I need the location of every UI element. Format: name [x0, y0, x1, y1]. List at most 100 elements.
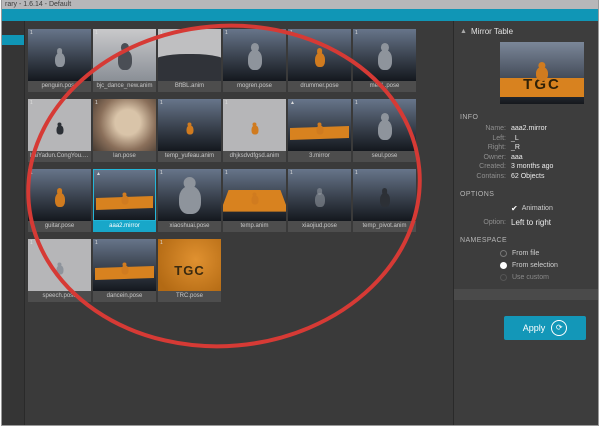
- item-count-badge: 1: [160, 240, 163, 246]
- item-count-badge: 1: [95, 240, 98, 246]
- thumbnail-image: 1: [93, 99, 156, 151]
- thumbnail-image: 1: [353, 169, 416, 221]
- grid-item[interactable]: 1 seul.pose: [353, 99, 416, 162]
- item-label: drummer.pose: [288, 81, 351, 92]
- item-count-badge: 1: [290, 30, 293, 36]
- grid-item[interactable]: 1 mogren.pose: [223, 29, 286, 92]
- details-sidebar: ▲ Mirror Table TGC INFO Name:aaa2.mirror…: [453, 21, 598, 425]
- item-label: xiaoshuai.pose: [158, 221, 221, 232]
- item-count-badge: 1: [30, 170, 33, 176]
- checkbox-checked-icon[interactable]: ✔: [511, 204, 518, 213]
- character-figure: [118, 50, 132, 70]
- item-label: mogren.pose: [223, 81, 286, 92]
- menu-bar[interactable]: [2, 9, 598, 21]
- thumbnail-image: 1: [288, 29, 351, 81]
- grid-item[interactable]: 1temp_pivot.anim: [353, 169, 416, 232]
- thumbnail-image: 1: [353, 29, 416, 81]
- info-label: Left:: [454, 134, 506, 144]
- item-label: lan.pose: [93, 151, 156, 162]
- item-label: 3.mirror: [288, 151, 351, 162]
- grid-item[interactable]: 1bjc_dance_new.anim: [93, 29, 156, 92]
- thumbnail-image: 1: [223, 99, 286, 151]
- info-label: Right:: [454, 143, 506, 153]
- grid-item[interactable]: 1 drummer.pose: [288, 29, 351, 92]
- grid-item[interactable]: ▲aaa2.mirror: [93, 169, 156, 232]
- info-row: Owner: aaa: [454, 153, 598, 163]
- grid-item[interactable]: ▲3.mirror: [288, 99, 351, 162]
- grid-item[interactable]: 1temp_yufeau.anim: [158, 99, 221, 162]
- info-row: Contains:62 Objects: [454, 172, 598, 182]
- info-rows: Name:aaa2.mirrorLeft:_LRight:_ROwner:aaa…: [454, 124, 598, 181]
- item-count-badge: 1: [355, 100, 358, 106]
- info-value: aaa: [511, 153, 523, 163]
- info-label: Created:: [454, 162, 506, 172]
- item-label: penguin.pose: [28, 81, 91, 92]
- item-count-badge: 1: [225, 100, 228, 106]
- character-figure: [55, 193, 65, 207]
- grid-item[interactable]: 1 meeL.pose: [353, 29, 416, 92]
- animation-checkbox-row[interactable]: ✔ Animation: [454, 201, 598, 215]
- item-count-badge: 1: [160, 170, 163, 176]
- thumbnail-image: 1: [28, 169, 91, 221]
- radio-selected-icon[interactable]: [500, 262, 507, 269]
- thumbnail-image: 1TGC: [158, 239, 221, 291]
- radio-icon[interactable]: [500, 250, 507, 257]
- grid-item[interactable]: 1TGCTRC.pose: [158, 239, 221, 302]
- namespace-radio-row[interactable]: Use custom: [454, 271, 598, 283]
- option-value-dropdown[interactable]: Left to right: [511, 218, 551, 227]
- namespace-radio-label: From selection: [512, 262, 558, 269]
- character-figure: [378, 50, 392, 70]
- grid-item[interactable]: 1 dhjksdvdfgsd.anim: [223, 99, 286, 162]
- character-figure: [121, 196, 128, 205]
- character-figure: [56, 266, 63, 275]
- item-label: seul.pose: [353, 151, 416, 162]
- app-window: rary - 1.6.14 - Default 1penguin.pose1bj…: [2, 0, 598, 425]
- item-label: meeL.pose: [353, 81, 416, 92]
- main-area: 1penguin.pose1bjc_dance_new.anim1BftBL.a…: [2, 21, 598, 425]
- thumbnail-image: 1: [158, 169, 221, 221]
- grid-item[interactable]: 1speech.pose: [28, 239, 91, 302]
- character-figure: [179, 186, 201, 214]
- info-label: Owner:: [454, 153, 506, 163]
- custom-namespace-input[interactable]: [454, 289, 598, 300]
- grid-item[interactable]: 1BftBL.anim: [158, 29, 221, 92]
- folders-panel: [2, 21, 25, 425]
- thumbnail-image: 1: [288, 169, 351, 221]
- item-count-badge: 1: [355, 30, 358, 36]
- option-label: Option:: [454, 219, 506, 226]
- info-row: Right: _R: [454, 143, 598, 153]
- item-label: dhjksdvdfgsd.anim: [223, 151, 286, 162]
- item-count-badge: 1: [95, 30, 98, 36]
- namespace-section-header: NAMESPACE: [454, 227, 598, 247]
- namespace-radio-row[interactable]: From selection: [454, 259, 598, 271]
- grid-item[interactable]: 1xiaojiud.pose: [288, 169, 351, 232]
- grid-item[interactable]: 1temp.anim: [223, 169, 286, 232]
- item-count-badge: 1: [290, 170, 293, 176]
- item-count-badge: 1: [225, 30, 228, 36]
- radio-icon[interactable]: [500, 274, 507, 281]
- selected-folder-item[interactable]: [2, 35, 24, 45]
- item-label: temp.anim: [223, 221, 286, 232]
- item-label: TRC.pose: [158, 291, 221, 302]
- character-figure: [251, 196, 258, 205]
- mirror-table-icon: ▲: [460, 28, 467, 35]
- grid-item[interactable]: 1penguin.pose: [28, 29, 91, 92]
- item-count-badge: 1: [355, 170, 358, 176]
- info-value: _L: [511, 134, 519, 144]
- window-titlebar[interactable]: rary - 1.6.14 - Default: [2, 0, 598, 9]
- info-row: Created:3 months ago: [454, 162, 598, 172]
- grid-item[interactable]: 1guitar.pose: [28, 169, 91, 232]
- grid-item[interactable]: 1lan.pose: [93, 99, 156, 162]
- item-count-badge: 1: [160, 30, 163, 36]
- screenshot-page: rary - 1.6.14 - Default 1penguin.pose1bj…: [0, 0, 600, 429]
- apply-button-label: Apply: [523, 323, 546, 333]
- grid-item[interactable]: 1haiYadun.CongYou.anim: [28, 99, 91, 162]
- info-value: _R: [511, 143, 520, 153]
- apply-button[interactable]: Apply ⟳: [504, 316, 586, 340]
- namespace-radio-row[interactable]: From file: [454, 247, 598, 259]
- info-row: Left: _L: [454, 134, 598, 144]
- grid-item[interactable]: 1 xiaoshuai.pose: [158, 169, 221, 232]
- namespace-radio-label: Use custom: [512, 274, 549, 281]
- character-figure: [186, 126, 193, 135]
- grid-item[interactable]: 1dancein.pose: [93, 239, 156, 302]
